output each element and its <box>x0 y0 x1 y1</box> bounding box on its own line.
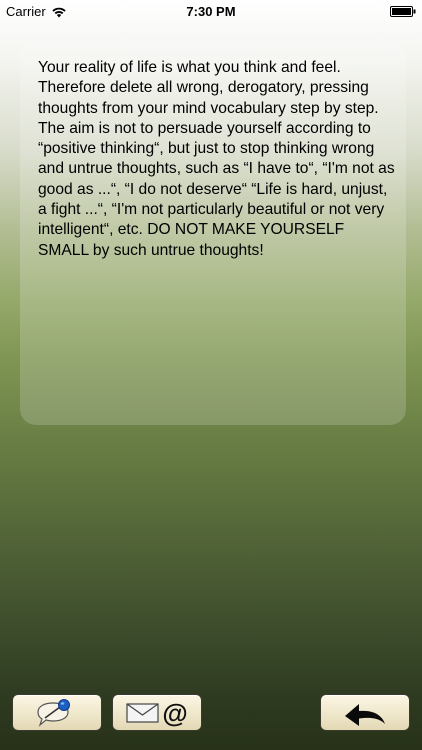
envelope-icon <box>126 702 159 723</box>
back-button[interactable] <box>320 694 410 731</box>
status-bar: Carrier 7:30 PM <box>0 0 422 22</box>
battery-icon <box>390 6 416 17</box>
mail-button[interactable]: @ <box>112 694 202 731</box>
affirmation-text: Your reality of life is what you think a… <box>38 59 395 259</box>
pin-speech-bubble-icon <box>37 698 70 727</box>
notes-button[interactable] <box>12 694 102 731</box>
back-arrow-icon <box>345 703 385 726</box>
status-time: 7:30 PM <box>186 4 236 19</box>
at-symbol: @ <box>162 697 188 728</box>
